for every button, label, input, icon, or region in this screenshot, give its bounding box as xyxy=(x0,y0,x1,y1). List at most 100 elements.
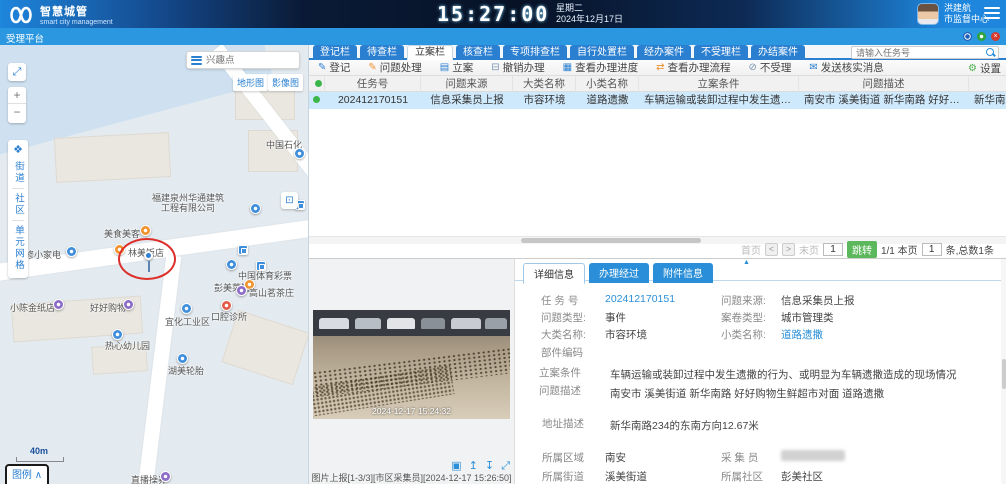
first-page-button[interactable]: 首页 xyxy=(741,242,761,257)
col-task-no[interactable]: 任务号 xyxy=(325,76,421,92)
poi-search-input[interactable] xyxy=(206,55,286,66)
map-poi-icon[interactable] xyxy=(53,299,64,310)
tab-verify[interactable]: 核查栏 xyxy=(456,45,500,60)
map-poi-icon[interactable] xyxy=(160,471,171,482)
map-poi-label[interactable]: 福建泉州华通建筑 工程有限公司 xyxy=(152,193,224,213)
circle-green-icon[interactable] xyxy=(977,32,986,41)
register-button[interactable]: ✎登记 xyxy=(309,60,359,75)
col-major[interactable]: 大类名称 xyxy=(513,76,576,92)
user-info[interactable]: 洪建航 市监督中心 xyxy=(944,3,989,25)
map-poi-label[interactable]: 口腔诊所 xyxy=(211,310,247,323)
map-poi-label[interactable]: 好好购物 xyxy=(90,301,126,314)
map-poi-icon[interactable] xyxy=(250,203,261,214)
view-progress-button[interactable]: ▦查看办理进度 xyxy=(554,60,647,75)
case-tab-bar: 登记栏 待查栏 立案栏 核查栏 专项排查栏 自行处置栏 经办案件 不受理栏 办结… xyxy=(309,45,1006,60)
layer-street-button[interactable]: 街道 xyxy=(11,157,25,188)
platform-bar: 受理平台 × xyxy=(0,28,1006,45)
layer-community-button[interactable]: 社区 xyxy=(11,189,25,220)
collapse-arrow-icon[interactable]: ▲ xyxy=(743,259,750,266)
tab-detail-info[interactable]: 详细信息 xyxy=(523,263,585,284)
map-poi-icon[interactable] xyxy=(140,225,151,236)
view-flow-button[interactable]: ⇄查看办理流程 xyxy=(647,60,739,75)
settings-button[interactable]: ⚙设置 xyxy=(968,60,1001,76)
legend-button[interactable]: 图例 ∧ xyxy=(5,464,49,484)
map-extent-button[interactable]: ⤢ xyxy=(8,63,26,81)
file-case-button[interactable]: ▤立案 xyxy=(431,60,482,75)
cancel-handling-button[interactable]: ⊟撤销办理 xyxy=(482,60,553,75)
layers-icon[interactable]: ❖ xyxy=(13,143,23,157)
prev-page-button[interactable]: < xyxy=(765,243,778,256)
zoom-in-button[interactable]: + xyxy=(8,87,26,104)
tab-pending-check[interactable]: 待查栏 xyxy=(360,45,404,60)
circle-blue-icon[interactable] xyxy=(963,32,972,41)
hamburger-menu-icon[interactable] xyxy=(984,7,1000,22)
task-search-input[interactable] xyxy=(852,48,985,58)
map-poi-label[interactable]: 小陈金纸店 xyxy=(10,301,55,314)
tab-attachments[interactable]: 附件信息 xyxy=(653,263,713,283)
col-description[interactable]: 问题描述 xyxy=(799,76,969,92)
zoom-out-button[interactable]: − xyxy=(8,104,26,121)
send-verify-message-button[interactable]: ✉发送核实消息 xyxy=(800,60,892,75)
field-label: 小类名称: xyxy=(721,327,766,342)
next-page-button[interactable]: > xyxy=(782,243,795,256)
scrollbar-thumb[interactable] xyxy=(521,238,701,243)
last-page-button[interactable]: 末页 xyxy=(799,242,819,257)
col-source[interactable]: 问题来源 xyxy=(421,76,513,92)
jump-button[interactable]: 跳转 xyxy=(847,241,877,258)
map-search-box[interactable] xyxy=(186,51,300,69)
field-value: 溪美街道 xyxy=(605,469,647,484)
map-poi-icon[interactable] xyxy=(177,353,188,364)
scrollbar-thumb[interactable] xyxy=(1002,359,1006,389)
table-row[interactable]: 202412170151 信息采集员上报 市容环境 道路遗撒 车辆运输或装卸过程… xyxy=(309,92,1006,109)
map-poi-icon[interactable] xyxy=(181,303,192,314)
app-logo: 智慧城管 smart city management xyxy=(8,3,113,26)
user-avatar[interactable] xyxy=(917,3,939,25)
search-icon[interactable] xyxy=(985,47,996,58)
page-size-input[interactable] xyxy=(922,243,942,256)
map-poi-icon[interactable] xyxy=(123,299,134,310)
tab-filing[interactable]: 立案栏 xyxy=(407,45,453,60)
map-poi-icon[interactable] xyxy=(226,259,237,270)
case-toolbar: ✎登记 ✎问题处理 ▤立案 ⊟撤销办理 ▦查看办理进度 ⇄查看办理流程 ⊘不受理… xyxy=(309,60,1006,76)
tab-special-check[interactable]: 专项排查栏 xyxy=(503,45,567,60)
task-number-link[interactable]: 202412170151 xyxy=(605,293,675,305)
page-number-input[interactable] xyxy=(823,243,843,256)
tab-register[interactable]: 登记栏 xyxy=(313,45,357,60)
tab-self-handle[interactable]: 自行处置栏 xyxy=(570,45,634,60)
map-poi-icon[interactable] xyxy=(294,148,305,159)
circle-red-icon[interactable]: × xyxy=(991,32,1000,41)
map-zoom-control[interactable]: + − xyxy=(8,87,26,123)
field-value: 市容环境 xyxy=(605,327,647,342)
case-photo[interactable]: 2024-12-17 15:24:32 xyxy=(313,310,510,419)
tab-my-cases[interactable]: 经办案件 xyxy=(637,45,691,60)
satellite-map-button[interactable]: 影像图 xyxy=(268,74,303,91)
map-poi-label[interactable]: 高山茗茶庄 xyxy=(249,286,294,299)
poi-menu-icon[interactable] xyxy=(191,54,202,66)
tab-process-history[interactable]: 办理经过 xyxy=(589,263,649,283)
bus-stop-icon[interactable] xyxy=(238,245,248,255)
vertical-scrollbar[interactable] xyxy=(1001,259,1006,484)
map-poi-label[interactable]: 宜化工业区 xyxy=(165,315,210,328)
map-monitor-button[interactable]: ⊡ xyxy=(281,192,298,209)
col-condition[interactable]: 立案条件 xyxy=(639,76,799,92)
reject-button[interactable]: ⊘不受理 xyxy=(739,60,800,75)
layer-grid-button[interactable]: 单元网格 xyxy=(11,221,25,275)
map-poi-label[interactable]: 热心幼儿园 xyxy=(105,339,150,352)
digital-clock: 15:27:00 xyxy=(437,2,549,26)
col-minor[interactable]: 小类名称 xyxy=(576,76,639,92)
tab-rejected[interactable]: 不受理栏 xyxy=(694,45,748,60)
map-poi-label[interactable]: 美食美客 xyxy=(104,227,140,240)
app-subtitle: smart city management xyxy=(40,19,113,26)
handle-problem-button[interactable]: ✎问题处理 xyxy=(359,60,430,75)
tab-closed[interactable]: 办结案件 xyxy=(751,45,805,60)
table-header: 任务号 问题来源 大类名称 小类名称 立案条件 问题描述 xyxy=(309,76,1006,92)
terrain-map-button[interactable]: 地形图 xyxy=(233,74,268,91)
case-location-pin[interactable] xyxy=(144,251,153,260)
task-search-box[interactable] xyxy=(851,46,999,59)
progress-icon: ▦ xyxy=(563,62,572,73)
map-poi-icon[interactable] xyxy=(66,246,77,257)
map-panel[interactable]: 中国石化 福建泉州华通建筑 工程有限公司 美食美客 维修小家电 林美饭店 中国体… xyxy=(0,45,308,484)
map-poi-label[interactable]: 湖美轮胎 xyxy=(168,364,204,377)
map-poi-icon[interactable] xyxy=(236,285,247,296)
minor-category-link[interactable]: 道路遗撒 xyxy=(781,327,823,342)
